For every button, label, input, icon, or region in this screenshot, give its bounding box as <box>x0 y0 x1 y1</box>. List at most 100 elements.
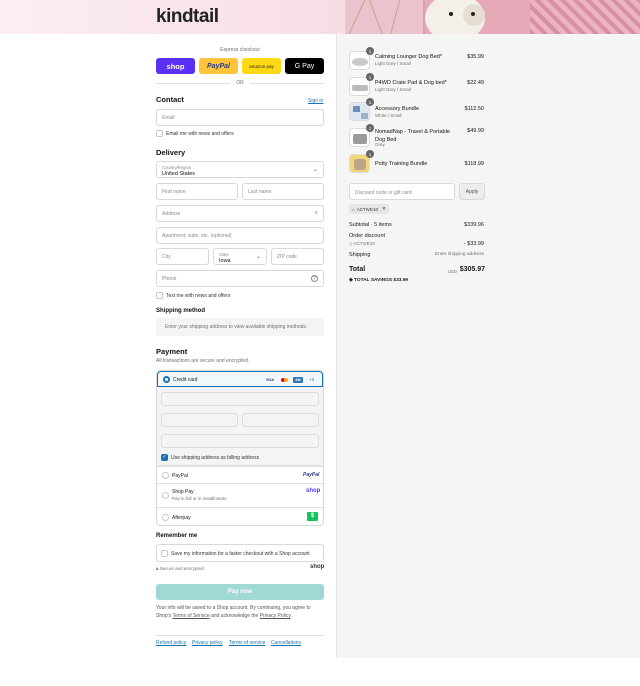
privacy-policy-link[interactable]: Privacy policy <box>192 640 223 646</box>
shop-logo: shop <box>310 564 325 570</box>
address-field[interactable]: Address ⌕ <box>156 205 324 222</box>
item-variant: Light Grey / Small <box>375 61 411 66</box>
item-price: $35.99 <box>467 54 484 60</box>
shipping-method-heading: Shipping method <box>156 308 205 314</box>
item-price: $49.99 <box>467 128 484 134</box>
shop-pay-option[interactable]: Shop Pay Pay in full or in installments … <box>157 483 323 507</box>
shop-pay-radio[interactable] <box>162 492 169 499</box>
qty-badge: 1 <box>366 98 374 106</box>
news-label: Email me with news and offers <box>166 131 234 137</box>
visa-icon: VISA <box>265 377 275 383</box>
tag-icon: ⌂ <box>352 206 355 212</box>
apartment-field[interactable]: Apartment, suite, etc. (optional) <box>156 227 324 244</box>
paypal-logo: PayPal <box>303 472 320 478</box>
item-price: $112.50 <box>464 106 484 112</box>
item-variant: White / Small <box>375 113 402 118</box>
shipping-label: Shipping <box>349 252 371 258</box>
qty-badge: 1 <box>366 73 374 81</box>
item-price: $22.49 <box>467 80 484 86</box>
discount-code-input[interactable]: Discount code or gift card <box>349 183 455 200</box>
afterpay-radio[interactable] <box>162 514 169 521</box>
country-select[interactable]: Country/Region United States ⌄ <box>156 161 324 178</box>
subtotal-label: Subtotal · 5 items <box>349 222 392 228</box>
apply-discount-button[interactable]: Apply <box>459 183 485 200</box>
text-me-checkbox[interactable] <box>156 292 163 299</box>
pay-now-button[interactable]: Pay now <box>156 584 324 600</box>
hero-image <box>345 0 640 34</box>
terms-link[interactable]: Terms of Service <box>172 613 209 619</box>
express-checkout-label: Express checkout <box>220 47 260 53</box>
first-name-field[interactable]: First name <box>156 183 238 200</box>
remember-checkbox[interactable] <box>161 550 168 557</box>
remember-me-heading: Remember me <box>156 533 198 539</box>
pink-pattern <box>530 0 640 34</box>
delivery-heading: Delivery <box>156 148 186 157</box>
card-expiry-field[interactable] <box>161 413 238 427</box>
afterpay-icon: $ <box>307 512 318 521</box>
card-form: ✓ Use shipping address as billing addres… <box>157 387 323 466</box>
news-checkbox[interactable] <box>156 130 163 137</box>
secure-label: 🔒︎ Secure and encrypted <box>156 566 204 571</box>
card-name-field[interactable] <box>161 434 319 448</box>
remove-code-icon[interactable]: ✕ <box>382 206 386 212</box>
afterpay-option[interactable]: Afterpay $ <box>157 507 323 525</box>
discount-amount: - $33.99 <box>463 241 484 247</box>
paypal-option[interactable]: PayPal PayPal <box>157 466 323 483</box>
paypal-button[interactable]: PayPal <box>199 58 238 74</box>
hero-decor <box>345 0 425 34</box>
legal-line-1: Your info will be saved to a Shop accoun… <box>156 605 311 611</box>
card-number-field[interactable] <box>161 392 319 406</box>
footer-divider <box>156 635 324 636</box>
payment-methods: Credit card VISA AM +3 ✓ Use shipping ad… <box>156 370 324 526</box>
mastercard-icon <box>279 377 289 383</box>
shipping-method-placeholder: Enter your shipping address to view avai… <box>156 318 324 336</box>
qty-badge: 1 <box>366 124 374 132</box>
chevron-down-icon: ⌄ <box>255 254 261 260</box>
total-savings: ◈ TOTAL SAVINGS $33.99 <box>349 278 409 283</box>
refund-policy-link[interactable]: Refund policy <box>156 640 186 646</box>
item-variant: Light Grey / Small <box>375 87 411 92</box>
credit-card-radio[interactable] <box>163 376 170 383</box>
total-label: Total <box>349 266 366 273</box>
sign-in-link[interactable]: Sign in <box>308 98 323 104</box>
state-select[interactable]: State Iowa ⌄ <box>213 248 267 265</box>
google-pay-button[interactable]: G Pay <box>285 58 324 74</box>
amex-icon: AM <box>293 377 303 383</box>
zip-field[interactable]: ZIP code <box>271 248 324 265</box>
paypal-radio[interactable] <box>162 472 169 479</box>
billing-checkbox[interactable]: ✓ <box>161 454 168 461</box>
amazon-pay-button[interactable]: amazon pay <box>242 58 281 74</box>
qty-badge: 1 <box>366 150 374 158</box>
last-name-field[interactable]: Last name <box>242 183 324 200</box>
shop-pay-button[interactable]: shop <box>156 58 195 74</box>
card-cvc-field[interactable] <box>242 413 319 427</box>
phone-field[interactable]: Phone ? <box>156 270 324 287</box>
payment-subtitle: All transactions are secure and encrypte… <box>156 358 250 364</box>
shop-pay-logo: shop <box>306 488 321 494</box>
order-discount-label: Order discount <box>349 233 386 239</box>
item-price: $118.99 <box>464 161 484 167</box>
contact-heading: Contact <box>156 95 184 104</box>
item-variant: Grey <box>375 142 385 147</box>
total-value: $305.97 <box>459 266 485 273</box>
billing-label: Use shipping address as billing address <box>171 455 260 461</box>
help-icon[interactable]: ? <box>311 275 318 282</box>
terms-of-service-link[interactable]: Terms of service <box>229 640 265 646</box>
cancellations-link[interactable]: Cancellations <box>271 640 301 646</box>
discount-code-label: ◇ ACTIVE10 <box>349 241 375 246</box>
divider <box>250 83 324 84</box>
payment-heading: Payment <box>156 347 188 356</box>
city-field[interactable]: City <box>156 248 209 265</box>
credit-card-option[interactable]: Credit card VISA AM +3 <box>157 371 323 387</box>
subtotal-value: $339.96 <box>464 222 484 228</box>
legal-line-2: Shop's Terms of Service and acknowledge … <box>156 613 292 619</box>
privacy-link[interactable]: Privacy Policy <box>260 613 291 619</box>
site-header: kindtail <box>0 0 640 34</box>
email-field[interactable]: Email <box>156 109 324 126</box>
item-name: Potty Training Bundle <box>375 161 428 167</box>
remember-me-box[interactable]: Save my information for a faster checkou… <box>156 544 324 562</box>
kindtail-logo[interactable]: kindtail <box>156 6 219 28</box>
search-icon: ⌕ <box>314 210 318 216</box>
qty-badge: 1 <box>366 47 374 55</box>
shipping-value: Enter shipping address <box>434 252 484 257</box>
